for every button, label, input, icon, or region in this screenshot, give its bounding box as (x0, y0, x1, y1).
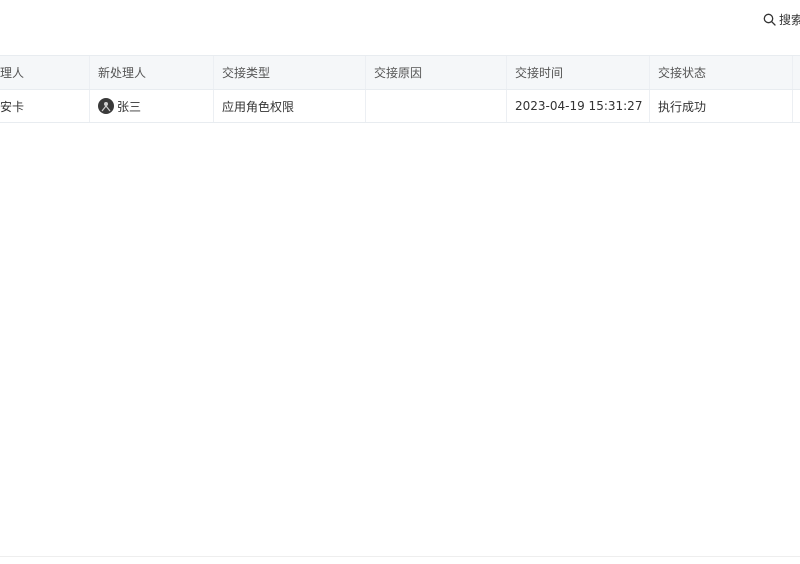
column-header-new-handler[interactable]: 新处理人 (90, 56, 214, 89)
column-header-type[interactable]: 交接类型 (214, 56, 366, 89)
cell-new-handler: 张三 (90, 90, 214, 122)
avatar (98, 98, 114, 114)
new-handler-name: 张三 (117, 99, 142, 114)
cell-status: 执行成功 (650, 90, 793, 122)
handover-table: 理人 新处理人 交接类型 交接原因 交接时间 交接状态 安卡 张三 应用角色权限… (0, 55, 800, 123)
search-icon (763, 13, 776, 26)
search-label: 搜索 (779, 13, 800, 27)
column-header-time[interactable]: 交接时间 (507, 56, 650, 89)
user-icon (101, 102, 111, 112)
cell-type: 应用角色权限 (214, 90, 366, 122)
cell-time: 2023-04-19 15:31:27 (507, 90, 650, 122)
cell-prev-handler: 安卡 (0, 90, 90, 122)
column-header-status[interactable]: 交接状态 (650, 56, 793, 89)
cell-more (793, 90, 800, 122)
cell-reason (366, 90, 507, 122)
table-header: 理人 新处理人 交接类型 交接原因 交接时间 交接状态 (0, 56, 800, 90)
column-header-more (793, 56, 800, 89)
table-row[interactable]: 安卡 张三 应用角色权限 2023-04-19 15:31:27 执行成功 (0, 90, 800, 123)
column-header-reason[interactable]: 交接原因 (366, 56, 507, 89)
bottom-divider (0, 556, 800, 557)
search-button[interactable]: 搜索 (763, 11, 800, 28)
column-header-prev-handler[interactable]: 理人 (0, 56, 90, 89)
